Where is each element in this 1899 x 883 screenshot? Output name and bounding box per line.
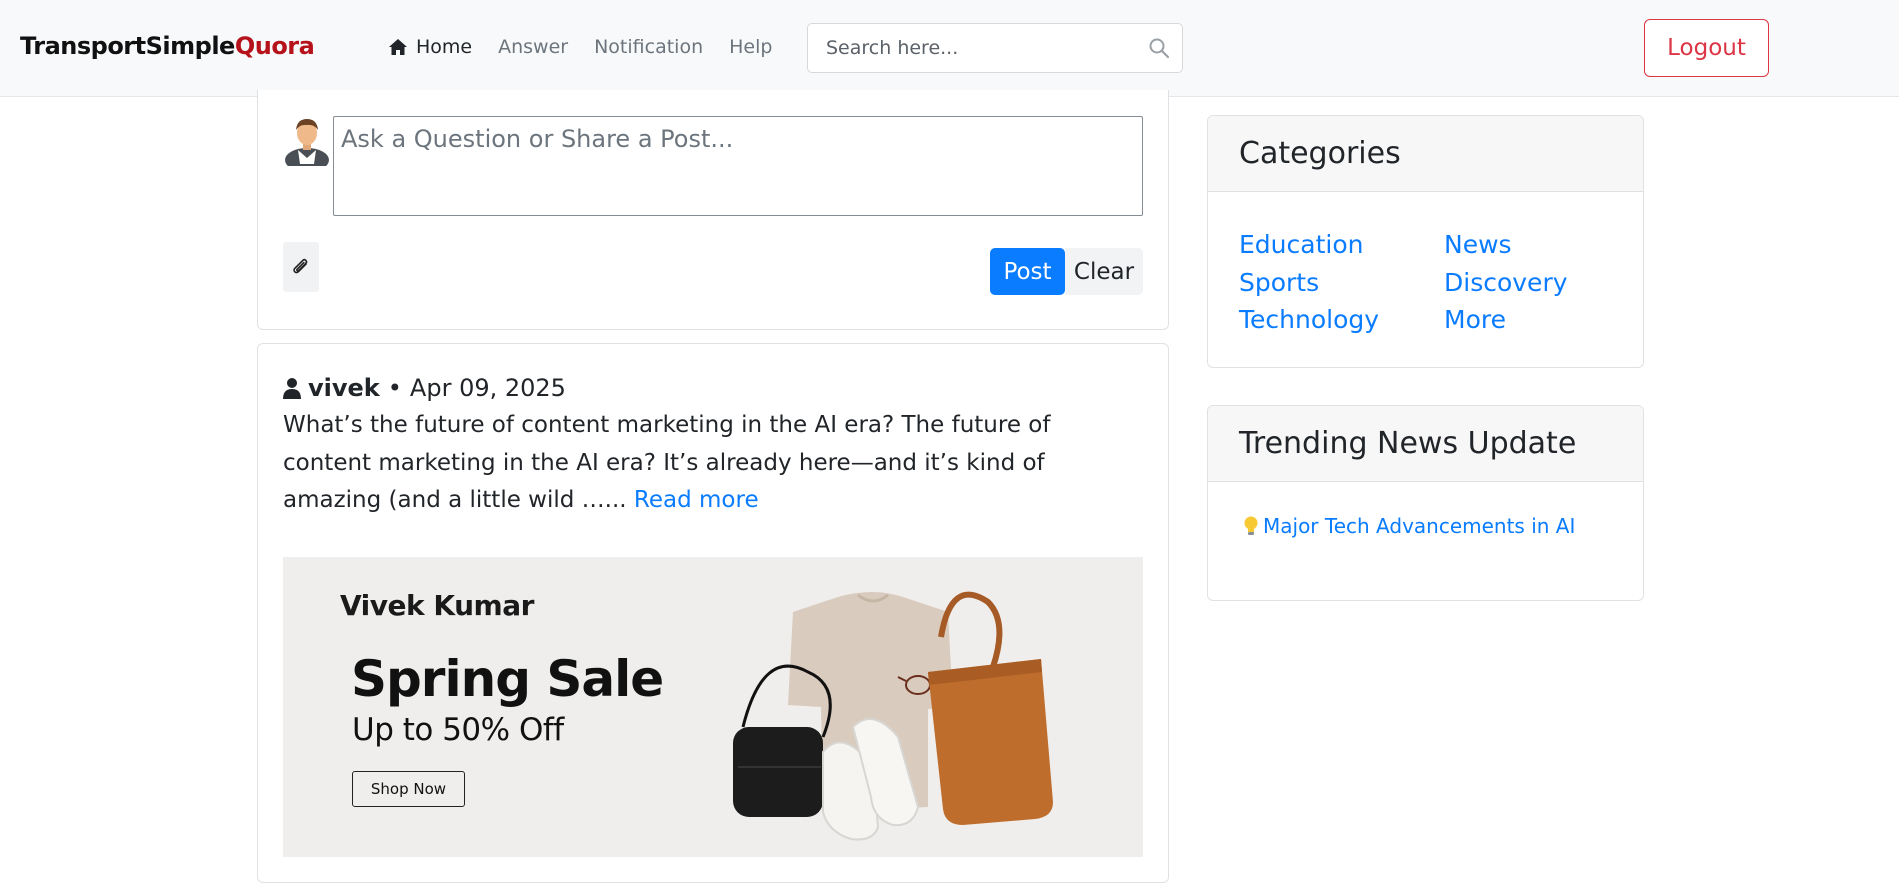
brand-main: TransportSimple <box>20 32 235 60</box>
post-excerpt: What’s the future of content marketing i… <box>283 407 1143 520</box>
post-image-ad[interactable]: Vivek Kumar Spring Sale Up to 50% Off Sh… <box>283 557 1143 857</box>
brand-logo[interactable]: TransportSimpleQuora <box>20 32 315 60</box>
nav-help[interactable]: Help <box>729 36 772 58</box>
post-card: vivek • Apr 09, 2025 What’s the future o… <box>257 343 1169 883</box>
shop-now-button[interactable]: Shop Now <box>352 771 465 807</box>
ad-subtitle: Up to 50% Off <box>352 712 564 748</box>
categories-title: Categories <box>1208 116 1643 192</box>
clear-button[interactable]: Clear <box>1065 248 1143 295</box>
user-icon <box>283 378 301 399</box>
trending-item[interactable]: Major Tech Advancements in AI <box>1243 514 1575 538</box>
nav-links: Home Answer Notification Help <box>388 36 772 58</box>
nav-answer[interactable]: Answer <box>498 36 568 58</box>
products-illustration <box>733 591 1053 841</box>
top-navbar: TransportSimpleQuora Home Answer Notific… <box>0 0 1899 97</box>
category-more[interactable]: More <box>1444 301 1643 339</box>
category-education[interactable]: Education <box>1239 226 1444 264</box>
logout-button[interactable]: Logout <box>1644 19 1769 77</box>
search-icon[interactable] <box>1148 37 1170 59</box>
search-input[interactable] <box>826 24 1136 72</box>
trending-card: Trending News Update Major Tech Advancem… <box>1207 405 1644 601</box>
paperclip-icon <box>293 258 308 274</box>
category-sports[interactable]: Sports <box>1239 264 1444 302</box>
ad-title: Spring Sale <box>351 650 664 708</box>
post-author[interactable]: vivek <box>308 374 380 402</box>
category-technology[interactable]: Technology <box>1239 301 1444 339</box>
categories-list: Education News Sports Discovery Technolo… <box>1239 226 1643 339</box>
trending-item-link[interactable]: Major Tech Advancements in AI <box>1263 514 1575 538</box>
ad-brand: Vivek Kumar <box>340 589 534 622</box>
lightbulb-icon <box>1244 516 1258 535</box>
home-icon <box>389 39 407 55</box>
attach-button[interactable] <box>283 242 319 292</box>
nav-home-label: Home <box>416 36 473 58</box>
brand-accent: Quora <box>234 32 315 60</box>
search-box <box>807 23 1183 73</box>
read-more-link[interactable]: Read more <box>634 487 759 513</box>
post-separator: • <box>387 374 402 402</box>
trending-title: Trending News Update <box>1208 406 1643 482</box>
post-meta: vivek • Apr 09, 2025 <box>283 374 566 402</box>
avatar <box>285 119 329 166</box>
post-date: Apr 09, 2025 <box>409 374 566 402</box>
nav-notification[interactable]: Notification <box>594 36 703 58</box>
category-news[interactable]: News <box>1444 226 1643 264</box>
nav-home[interactable]: Home <box>388 36 472 58</box>
post-input[interactable] <box>333 116 1143 216</box>
categories-card: Categories Education News Sports Discove… <box>1207 115 1644 368</box>
category-discovery[interactable]: Discovery <box>1444 264 1643 302</box>
post-button[interactable]: Post <box>990 248 1065 295</box>
post-composer: Post Clear <box>257 90 1169 330</box>
